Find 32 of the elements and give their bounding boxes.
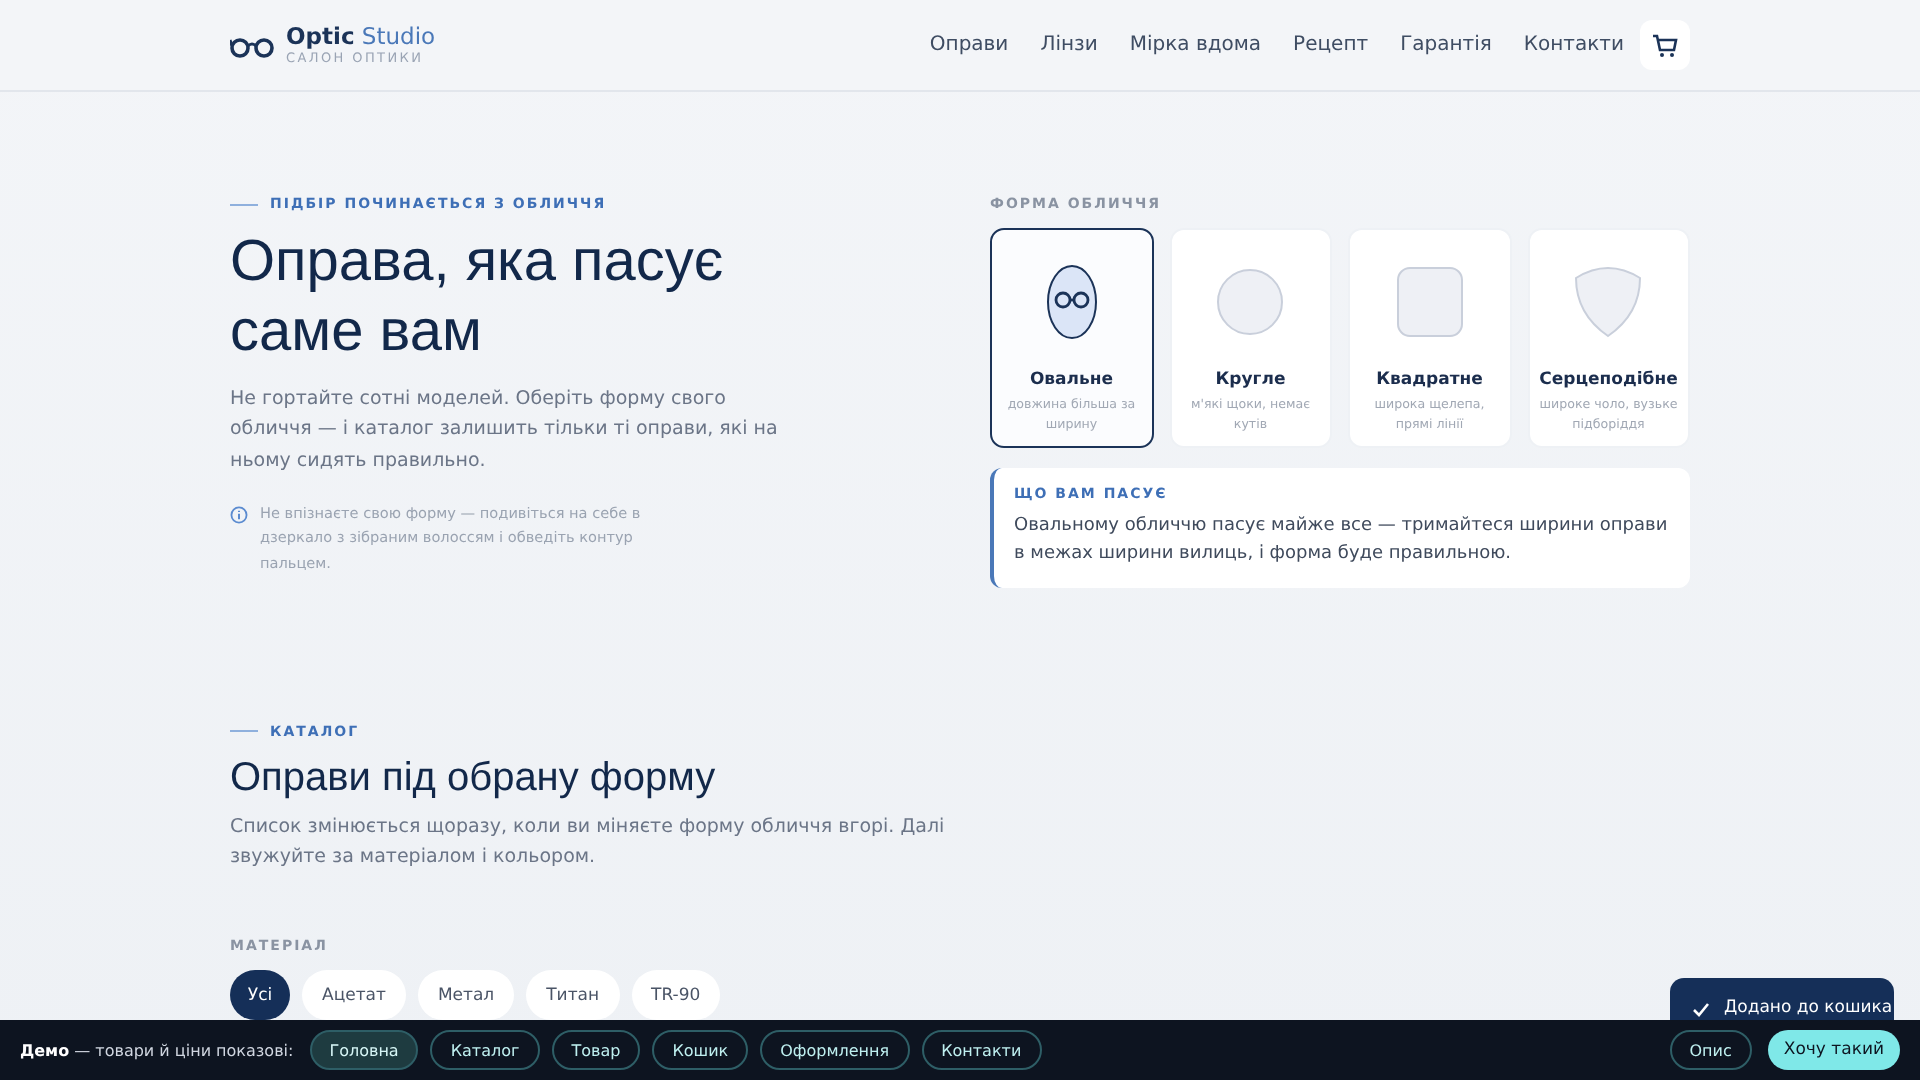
nav-link[interactable]: Контакти (1523, 34, 1624, 56)
catalog-title: Оправи під обрану форму (230, 755, 718, 802)
nav-link[interactable]: Рецепт (1293, 34, 1369, 56)
glasses-logo-icon (230, 33, 274, 57)
material-chip[interactable]: Метал (417, 970, 515, 1021)
hero-lead: Не гортайте сотні моделей. Оберіть форму свого обличчя — і каталог залишить тільки ті оправи, які на ньому сидять правильно. (230, 385, 780, 476)
demo-link[interactable]: Оформлення (760, 1030, 910, 1070)
toast-text: Додано до кошика (1724, 998, 1893, 1018)
demo-link[interactable]: Контакти (921, 1030, 1042, 1070)
nav-link[interactable]: Гарантія (1400, 34, 1492, 56)
material-chip[interactable]: TR-90 (631, 970, 721, 1021)
demo-link[interactable]: Каталог (430, 1030, 540, 1070)
hero-title: Оправа, яка пасує саме вам (230, 228, 726, 368)
material-chip[interactable]: Титан (526, 970, 620, 1021)
nav-link[interactable]: Лінзи (1040, 34, 1098, 56)
check-icon (1692, 1002, 1710, 1018)
want-button[interactable]: Хочу такий (1767, 1030, 1900, 1070)
demo-link[interactable]: Кошик (652, 1030, 749, 1070)
material-chip[interactable]: Ацетат (302, 970, 406, 1021)
demo-label: Демо — товари й ціни показові: (20, 1041, 294, 1059)
material-chip[interactable]: Усі (230, 970, 290, 1021)
advice-text: Овальному обличчю пасує майже все — тримайтеся ширини оправи в межах ширини вилиць, і форма буде правильною. (1014, 514, 1670, 569)
demo-link[interactable]: Товар (551, 1030, 641, 1070)
logo-name: Optic Studio (286, 22, 436, 50)
cart-icon (1652, 33, 1678, 57)
catalog-lead: Список змінюється щоразу, коли ви міняєте форму обличчя вгорі. Далі звужуйте за матеріалом і кольором. (230, 813, 947, 873)
demo-link[interactable]: Головна (309, 1030, 419, 1070)
description-button[interactable]: Опис (1669, 1030, 1752, 1070)
nav-link[interactable]: Мірка вдома (1129, 34, 1262, 56)
cart-button[interactable] (1640, 20, 1690, 70)
info-icon (230, 505, 248, 524)
nav-link[interactable]: Оправи (929, 34, 1009, 56)
